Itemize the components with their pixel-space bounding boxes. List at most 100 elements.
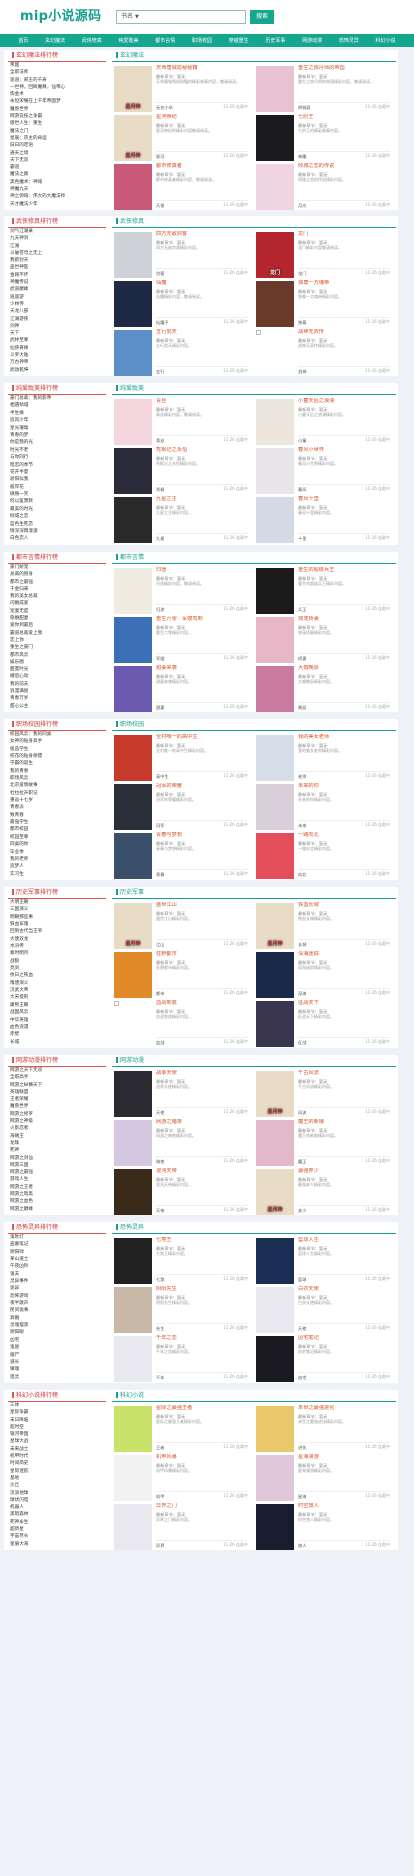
book-title[interactable]: 五行剑天 <box>156 329 246 335</box>
rank-item[interactable]: 半生缘 <box>8 410 106 417</box>
rank-item[interactable]: 大唐双龙 <box>8 936 106 943</box>
book-cover[interactable] <box>256 164 294 210</box>
rank-item[interactable]: 暗恋的季节 <box>8 462 106 469</box>
book-title[interactable]: 独宠娇妻 <box>298 616 388 622</box>
rank-item[interactable]: 魔法之路 <box>8 171 106 178</box>
book-cover[interactable] <box>114 281 152 327</box>
nav-item[interactable]: 穿越重生 <box>229 38 249 44</box>
book-title[interactable]: 秀枫记之永恒 <box>156 447 246 453</box>
rank-item[interactable]: 帝国 <box>8 62 106 69</box>
rank-item[interactable]: 学霸的诞生 <box>8 760 106 767</box>
rank-item[interactable]: 大宋提刑 <box>8 994 106 1001</box>
book-title[interactable]: 狂野都市 <box>156 951 246 957</box>
rank-item[interactable]: 天下 <box>8 330 106 337</box>
rank-item[interactable]: 微微一笑 <box>8 491 106 498</box>
book-cover[interactable] <box>114 1455 152 1501</box>
book-cover[interactable] <box>256 281 294 327</box>
book-title[interactable]: 网游之暗夜 <box>156 1119 246 1125</box>
rank-item[interactable]: 婚后心动 <box>8 673 106 680</box>
book-card[interactable]: 战争天使 最新章节：暂无 战争天使精彩内容。 天使 11-26 连载中 <box>112 1069 252 1121</box>
book-cover[interactable] <box>256 735 294 781</box>
category-title[interactable]: 都市言情 <box>112 552 396 564</box>
rank-item[interactable]: 网游之神级 <box>8 1118 106 1125</box>
book-title[interactable]: 甜妻来袭 <box>156 665 246 671</box>
rank-item[interactable]: 盗墓笔记 <box>8 1241 106 1248</box>
rank-item[interactable]: 宠妻无度 <box>8 608 106 615</box>
rank-item[interactable]: 旧日的呓语 <box>8 142 106 149</box>
book-card[interactable]: 狂野都市 最新章节：暂无 狂野都市精彩内容。 都市 11-26 连载中 <box>112 950 252 1002</box>
book-cover[interactable] <box>114 1238 152 1284</box>
book-card[interactable]: 五行剑天 最新章节：暂无 五行剑天精彩内容。 五行 11-26 连载中 <box>112 328 252 380</box>
rank-item[interactable]: 大明王朝 <box>8 899 106 906</box>
book-cover[interactable] <box>114 330 152 376</box>
book-title[interactable]: 铁血长城 <box>298 902 388 908</box>
book-cover[interactable]: 龙门 <box>256 232 294 278</box>
rank-item[interactable]: 赤壁 <box>8 1031 106 1038</box>
book-title[interactable]: 千年之恋 <box>156 1335 246 1341</box>
book-title[interactable]: 深海迷踪 <box>298 951 388 957</box>
rank-item[interactable]: 隋唐演义 <box>8 980 106 987</box>
book-cover[interactable] <box>256 1504 294 1550</box>
book-title[interactable]: 机甲风暴 <box>156 1454 246 1460</box>
book-cover[interactable] <box>114 1169 152 1215</box>
rank-item[interactable]: 隐婚甜妻 <box>8 615 106 622</box>
rank-item[interactable]: 豪门娇宠 <box>8 564 106 571</box>
rank-item[interactable]: 追风少年 <box>8 417 106 424</box>
rank-item[interactable]: 天才魔法少年 <box>8 201 106 208</box>
rank-item[interactable]: 午夜凶铃 <box>8 1263 106 1270</box>
book-cover[interactable] <box>114 1287 152 1333</box>
rank-item[interactable]: 毕业季 <box>8 849 106 856</box>
book-cover[interactable] <box>256 1238 294 1284</box>
rank-item[interactable]: 网游三国 <box>8 1162 106 1169</box>
book-card[interactable]: 都市修真者 最新章节：暂无 都市修真者精彩内容，敬请阅读。 天蚕 11-26 连载中 <box>112 162 252 214</box>
book-card[interactable]: 秀枫记之永恒 最新章节：暂无 秀枫记之永恒精彩内容。 秀枫 11-26 连载中 <box>112 446 252 498</box>
rank-item[interactable]: 基地 <box>8 1475 106 1482</box>
book-card[interactable]: 归途 最新章节：暂无 归途精彩内容，敬请阅读。 归途 11-26 连载中 <box>112 566 252 618</box>
book-cover[interactable] <box>114 1406 152 1452</box>
rank-item[interactable]: 重生之豪门 <box>8 644 106 651</box>
book-title[interactable]: 春风十里 <box>298 496 388 502</box>
book-card[interactable]: 篮球人生 最新章节：暂无 篮球人生精彩内容。 篮球 11-26 连载中 <box>254 1236 394 1288</box>
rank-item[interactable]: 我的青春 <box>8 768 106 775</box>
rank-item[interactable]: 爱你到最后 <box>8 622 106 629</box>
rank-item[interactable]: 海贼王 <box>8 1133 106 1140</box>
rank-item[interactable]: 娱乐圈 <box>8 659 106 666</box>
rank-item[interactable]: 我欲封天 <box>8 257 106 264</box>
rank-item[interactable]: 机器人 <box>8 1504 106 1511</box>
nav-item[interactable]: 玄幻魔法 <box>45 38 65 44</box>
book-cover[interactable] <box>256 617 294 663</box>
book-title[interactable]: 青丝 <box>156 398 246 404</box>
book-title[interactable]: 末世之最强进化 <box>298 1405 388 1411</box>
book-card[interactable]: 白衣天使 最新章节：暂无 白衣天使精彩内容。 天使 11-26 连载中 <box>254 1285 394 1337</box>
category-title[interactable]: 职场校园 <box>112 719 396 731</box>
book-title[interactable]: 血战到底 <box>156 1000 246 1006</box>
rank-item[interactable]: 银河帝国 <box>8 1431 106 1438</box>
rank-item[interactable]: 星辰大海 <box>8 1541 106 1548</box>
book-title[interactable]: 未来的你 <box>298 783 388 789</box>
rank-item[interactable]: 血色浪漫 <box>8 1024 106 1031</box>
book-cover[interactable]: 星月神 <box>256 903 294 949</box>
book-cover[interactable] <box>256 1287 294 1333</box>
nav-item[interactable]: 首页 <box>18 38 28 44</box>
rank-item[interactable]: 超新星 <box>8 1526 106 1533</box>
book-title[interactable]: 龙门 <box>298 231 388 237</box>
rank-item[interactable]: 球状闪电 <box>8 1497 106 1504</box>
book-cover[interactable] <box>256 1120 294 1166</box>
category-title[interactable]: 历史军事 <box>112 887 396 899</box>
book-card[interactable]: 重生六零：军嫂驾到 最新章节：暂无 重生六零精彩内容。 军嫂 11-26 连载中 <box>112 615 252 667</box>
book-title[interactable]: 重生之炼丹师的帝国 <box>298 65 388 71</box>
rank-item[interactable]: 傲世人生：重生 <box>8 120 106 127</box>
book-title[interactable]: 七煞王 <box>156 1237 246 1243</box>
book-cover[interactable] <box>256 833 294 879</box>
book-card[interactable]: 星月神 星河帝纪 最新章节：暂无 星河帝纪的精彩内容敬请阅读。 星河 11-26 连载中 <box>112 113 252 165</box>
rank-item[interactable]: 游戏人生 <box>8 1176 106 1183</box>
rank-item[interactable]: 战狼 <box>8 958 106 965</box>
book-card[interactable]: 青丝 最新章节：暂无 青丝精彩内容，敬请阅读。 青丝 11-26 连载中 <box>112 397 252 449</box>
rank-item[interactable]: 道长 <box>8 1359 106 1366</box>
rank-item[interactable]: 时间简史 <box>8 1460 106 1467</box>
book-title[interactable]: 仙魔 <box>156 280 246 286</box>
rank-item[interactable]: 极品学生 <box>8 746 106 753</box>
book-title[interactable]: 凶宅笔记 <box>298 1335 388 1341</box>
rank-item[interactable]: 都市校园 <box>8 826 106 833</box>
rank-item[interactable]: 武道巅峰 <box>8 286 106 293</box>
